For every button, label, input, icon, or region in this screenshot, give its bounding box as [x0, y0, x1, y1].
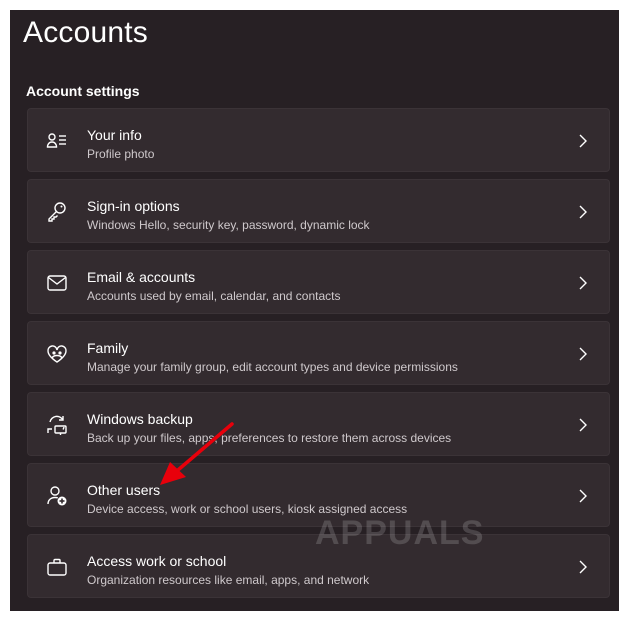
briefcase-icon [46, 556, 68, 578]
item-label: Sign-in options [87, 198, 180, 214]
chevron-right-icon [579, 134, 587, 148]
chevron-right-icon [579, 276, 587, 290]
item-description: Accounts used by email, calendar, and co… [87, 289, 341, 303]
item-description: Windows Hello, security key, password, d… [87, 218, 370, 232]
family-heart-icon [46, 343, 68, 365]
item-label: Your info [87, 127, 142, 143]
person-list-icon [46, 130, 68, 152]
chevron-right-icon [579, 347, 587, 361]
chevron-right-icon [579, 418, 587, 432]
section-title: Account settings [26, 83, 140, 99]
item-description: Profile photo [87, 147, 155, 161]
item-label: Access work or school [87, 553, 227, 569]
page-title: Accounts [23, 16, 148, 49]
backup-sync-icon [46, 414, 68, 436]
item-description: Manage your family group, edit account t… [87, 360, 458, 374]
settings-item-family[interactable]: Family Manage your family group, edit ac… [27, 321, 610, 385]
item-label: Family [87, 340, 129, 356]
settings-window: Accounts Account settings Your info Prof… [10, 10, 619, 611]
chevron-right-icon [579, 489, 587, 503]
settings-item-your-info[interactable]: Your info Profile photo [27, 108, 610, 172]
mail-icon [46, 272, 68, 294]
settings-item-windows-backup[interactable]: Windows backup Back up your files, apps,… [27, 392, 610, 456]
watermark-logo: APPUALS [315, 514, 485, 552]
item-label: Windows backup [87, 411, 193, 427]
item-label: Email & accounts [87, 269, 196, 285]
chevron-right-icon [579, 560, 587, 574]
item-description: Organization resources like email, apps,… [87, 573, 370, 587]
settings-item-email-accounts[interactable]: Email & accounts Accounts used by email,… [27, 250, 610, 314]
chevron-right-icon [579, 205, 587, 219]
settings-item-sign-in-options[interactable]: Sign-in options Windows Hello, security … [27, 179, 610, 243]
key-icon [46, 201, 68, 223]
person-add-icon [46, 485, 68, 507]
item-label: Other users [87, 482, 161, 498]
item-description: Back up your files, apps, preferences to… [87, 431, 452, 445]
